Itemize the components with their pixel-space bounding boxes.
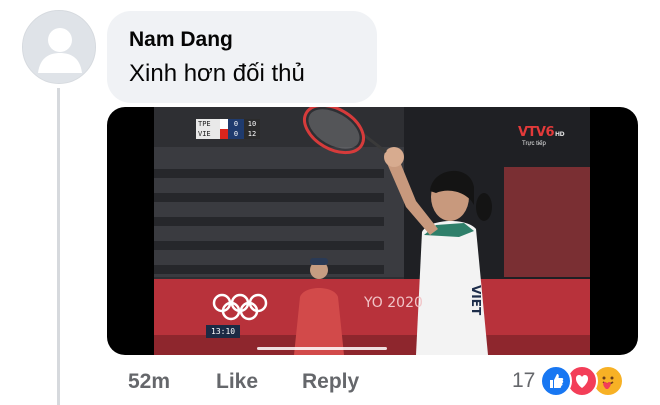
channel-logo: VTV6HD [518, 125, 565, 140]
comment-video-attachment[interactable]: VIET YO 2020 TPE 0 10 VIE 0 12 VTV6HD Tr… [107, 107, 638, 355]
default-avatar-icon [23, 11, 95, 83]
svg-text:VIET: VIET [469, 285, 483, 316]
scoreboard-team2-points: 12 [244, 129, 260, 139]
comment-actions: 52m Like Reply [128, 366, 359, 398]
video-frame: VIET YO 2020 TPE 0 10 VIE 0 12 VTV6HD Tr… [154, 107, 590, 355]
scoreboard-team1: TPE [196, 119, 220, 129]
svg-text:YO 2020: YO 2020 [363, 295, 423, 311]
comment-text: Xinh hơn đối thủ [129, 60, 305, 87]
commenter-avatar[interactable] [22, 10, 96, 84]
comment-author-name[interactable]: Nam Dang [129, 27, 355, 53]
comment-thread-line [57, 88, 60, 405]
reaction-count: 17 [512, 369, 536, 392]
like-reaction-icon [540, 365, 573, 397]
comment-bubble: Nam Dang Xinh hơn đối thủ [107, 11, 377, 103]
scoreboard-team2: VIE [196, 129, 220, 139]
scoreboard-team2-sets: 0 [228, 129, 244, 139]
reaction-summary[interactable]: 17 [512, 364, 630, 398]
live-label: Trực tiếp [522, 141, 546, 147]
like-button[interactable]: Like [216, 370, 302, 394]
reaction-icons [540, 364, 630, 398]
scoreboard-team1-sets: 0 [228, 119, 244, 129]
match-clock: 13:10 [206, 325, 241, 338]
scoreboard-team1-points: 10 [244, 119, 260, 129]
video-progress-bar[interactable] [257, 347, 387, 350]
reply-button[interactable]: Reply [302, 370, 359, 394]
flag-icon-team1 [220, 119, 228, 129]
comment-timestamp[interactable]: 52m [128, 370, 216, 394]
match-scoreboard: TPE 0 10 VIE 0 12 [196, 119, 260, 139]
flag-icon-team2 [220, 129, 228, 139]
